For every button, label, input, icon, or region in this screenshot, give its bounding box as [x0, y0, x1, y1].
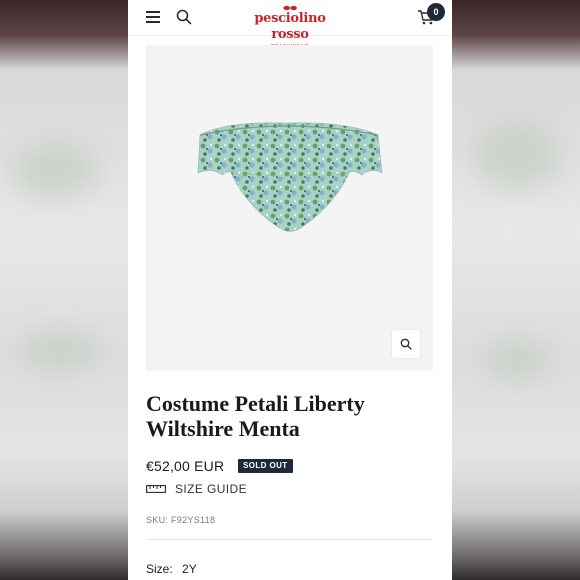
sold-out-badge: SOLD OUT — [238, 459, 293, 473]
ruler-icon — [146, 485, 166, 493]
hamburger-icon[interactable] — [146, 11, 160, 23]
background-left — [0, 0, 128, 580]
zoom-button[interactable] — [392, 330, 420, 358]
product-sku: SKU: F92YS118 — [146, 515, 216, 525]
background-right — [452, 0, 580, 580]
site-header: pesciolino rosso BEACHWEAR 0 — [128, 0, 452, 48]
product-title: Costume Petali Liberty Wiltshire Menta — [146, 391, 365, 441]
zoom-icon — [400, 338, 412, 350]
size-guide-label: SIZE GUIDE — [175, 482, 248, 496]
product-page: pesciolino rosso BEACHWEAR 0 — [128, 0, 452, 580]
size-label: Size: — [146, 562, 173, 576]
brand-name: pesciolino rosso — [254, 11, 326, 42]
size-selector[interactable]: Size: 2Y — [146, 562, 197, 576]
brand-logo[interactable]: pesciolino rosso BEACHWEAR — [238, 5, 342, 49]
divider — [146, 539, 433, 540]
cart-count-badge[interactable]: 0 — [427, 3, 445, 21]
product-price: €52,00 EUR — [146, 458, 225, 474]
size-value: 2Y — [182, 562, 197, 576]
swimsuit-bottom-image — [197, 122, 383, 232]
search-icon[interactable] — [176, 9, 192, 25]
product-image[interactable] — [146, 45, 433, 371]
